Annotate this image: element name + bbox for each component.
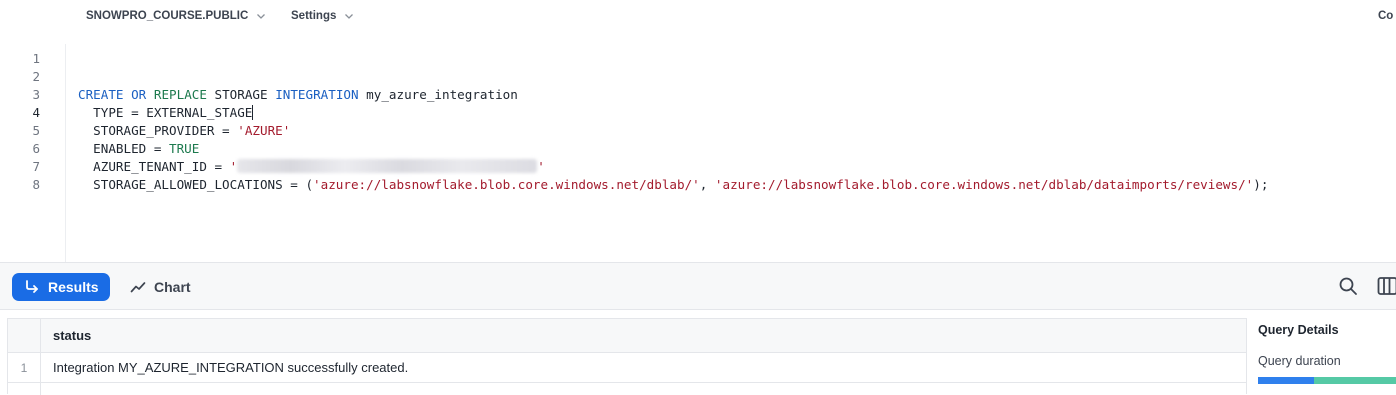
string-literal: 'azure://labsnowflake.blob.core.windows.… [313,177,700,192]
line-number: 5 [0,122,40,140]
worksheet-toolbar: SNOWPRO_COURSE.PUBLIC Settings Co [0,0,1396,34]
chart-label: Chart [154,279,191,295]
code-text: STORAGE [207,87,275,102]
code-text: TYPE = EXTERNAL_STAGE [78,105,252,120]
redacted-tenant-id [237,159,537,173]
string-quote: ' [230,159,238,174]
string-quote: ' [537,159,545,174]
code-text: , [700,177,715,192]
code-line-6[interactable]: ENABLED = TRUE [78,140,199,158]
code-line-8[interactable]: STORAGE_ALLOWED_LOCATIONS = ('azure://la… [78,176,1268,194]
chevron-down-icon [256,11,266,21]
table-cell-status[interactable]: Integration MY_AZURE_INTEGRATION success… [41,353,1246,383]
query-details-title: Query Details [1258,323,1339,337]
line-chart-icon [130,279,146,295]
column-header-status[interactable]: status [41,319,1246,353]
keyword: TRUE [169,141,199,156]
context-label: SNOWPRO_COURSE.PUBLIC [86,10,248,22]
code-text: AZURE_TENANT_ID = [78,159,230,174]
line-number: 1 [0,50,40,68]
code-line-3[interactable]: CREATE OR REPLACE STORAGE INTEGRATION my… [78,86,518,104]
results-label: Results [48,279,99,295]
query-duration-label: Query duration [1258,354,1341,368]
query-duration-bar [1258,377,1396,384]
sql-editor[interactable]: 1 2 3 4 5 6 7 8 CREATE OR REPLACE STORAG… [0,44,1396,262]
chevron-down-icon [344,11,354,21]
keyword: CREATE [78,87,124,102]
line-number-gutter: 1 2 3 4 5 6 7 8 [0,44,66,262]
results-tab-button[interactable]: Results [12,273,110,301]
code-line-4[interactable]: TYPE = EXTERNAL_STAGE [78,104,253,122]
code-text: my_azure_integration [359,87,518,102]
keyword: REPLACE [154,87,207,102]
row-index: 1 [8,353,41,383]
line-number-active: 4 [0,104,40,122]
line-number: 7 [0,158,40,176]
code-line-5[interactable]: STORAGE_PROVIDER = 'AZURE' [78,122,290,140]
row-index-header [8,319,41,353]
search-icon[interactable] [1338,276,1358,296]
line-number: 8 [0,176,40,194]
duration-segment-compile [1258,377,1314,384]
keyword: INTEGRATION [275,87,358,102]
code-text: STORAGE_PROVIDER = [78,123,237,138]
code-line-7[interactable]: AZURE_TENANT_ID = ' ' [78,158,545,176]
line-number: 6 [0,140,40,158]
settings-dropdown[interactable]: Settings [291,10,354,22]
string-literal: 'AZURE' [237,123,290,138]
toolbar-right-label[interactable]: Co [1378,10,1393,22]
code-text: ENABLED = [78,141,169,156]
results-table: status 1 Integration MY_AZURE_INTEGRATIO… [7,318,1247,394]
columns-icon[interactable] [1377,276,1396,296]
duration-segment-execute [1314,377,1396,384]
code-text: STORAGE_ALLOWED_LOCATIONS = ( [78,177,313,192]
row-index [8,383,41,395]
string-literal: 'azure://labsnowflake.blob.core.windows.… [715,177,1253,192]
line-number: 2 [0,68,40,86]
line-number: 3 [0,86,40,104]
context-selector[interactable]: SNOWPRO_COURSE.PUBLIC [86,10,266,22]
settings-label: Settings [291,10,336,22]
chart-tab-button[interactable]: Chart [130,273,191,301]
keyword: OR [131,87,146,102]
results-toolbar: Results Chart [0,262,1396,310]
code-text: ); [1253,177,1268,192]
return-arrow-icon [24,279,40,295]
text-cursor [252,105,253,120]
